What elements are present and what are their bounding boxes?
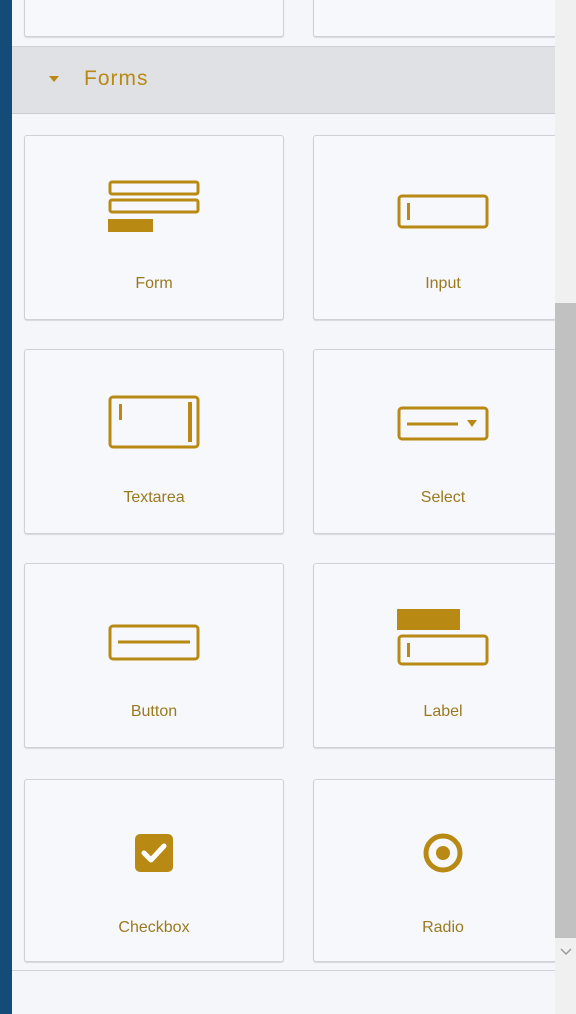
block-select[interactable]: Select — [313, 349, 555, 534]
form-icon — [25, 178, 283, 240]
radio-icon — [314, 822, 555, 884]
block-label: Form — [135, 275, 173, 292]
category-header-forms[interactable]: Forms — [12, 46, 555, 114]
block-input[interactable]: Input — [313, 135, 555, 320]
block-label: Radio — [422, 919, 464, 936]
select-icon — [314, 392, 555, 454]
blocks-content: Forms Form Input Textarea Select Button … — [12, 0, 555, 1014]
block-previous-1[interactable] — [24, 0, 284, 37]
scrollbar-thumb[interactable] — [555, 303, 576, 938]
block-label-text: Label — [423, 703, 463, 720]
textarea-icon — [25, 392, 283, 454]
block-label: Select — [420, 489, 466, 506]
section-divider — [12, 970, 555, 971]
block-label: Button — [130, 703, 178, 720]
block-previous-2[interactable] — [313, 0, 555, 37]
block-label: Input — [425, 275, 461, 292]
block-label: Textarea — [123, 489, 185, 506]
block-label[interactable]: Label — [313, 563, 555, 748]
block-checkbox[interactable]: Checkbox — [24, 779, 284, 962]
vertical-scrollbar[interactable] — [555, 0, 576, 1014]
checkbox-icon — [25, 822, 283, 884]
category-title: Forms — [84, 67, 149, 90]
scroll-down-arrow-icon[interactable] — [559, 945, 573, 959]
blocks-panel: Forms Form Input Textarea Select Button … — [12, 0, 576, 1014]
label-icon — [314, 606, 555, 668]
block-button[interactable]: Button — [24, 563, 284, 748]
button-icon — [25, 606, 283, 668]
input-icon — [314, 178, 555, 240]
block-radio[interactable]: Radio — [313, 779, 555, 962]
block-label: Checkbox — [118, 919, 190, 936]
caret-down-icon — [49, 76, 59, 82]
block-textarea[interactable]: Textarea — [24, 349, 284, 534]
block-form[interactable]: Form — [24, 135, 284, 320]
